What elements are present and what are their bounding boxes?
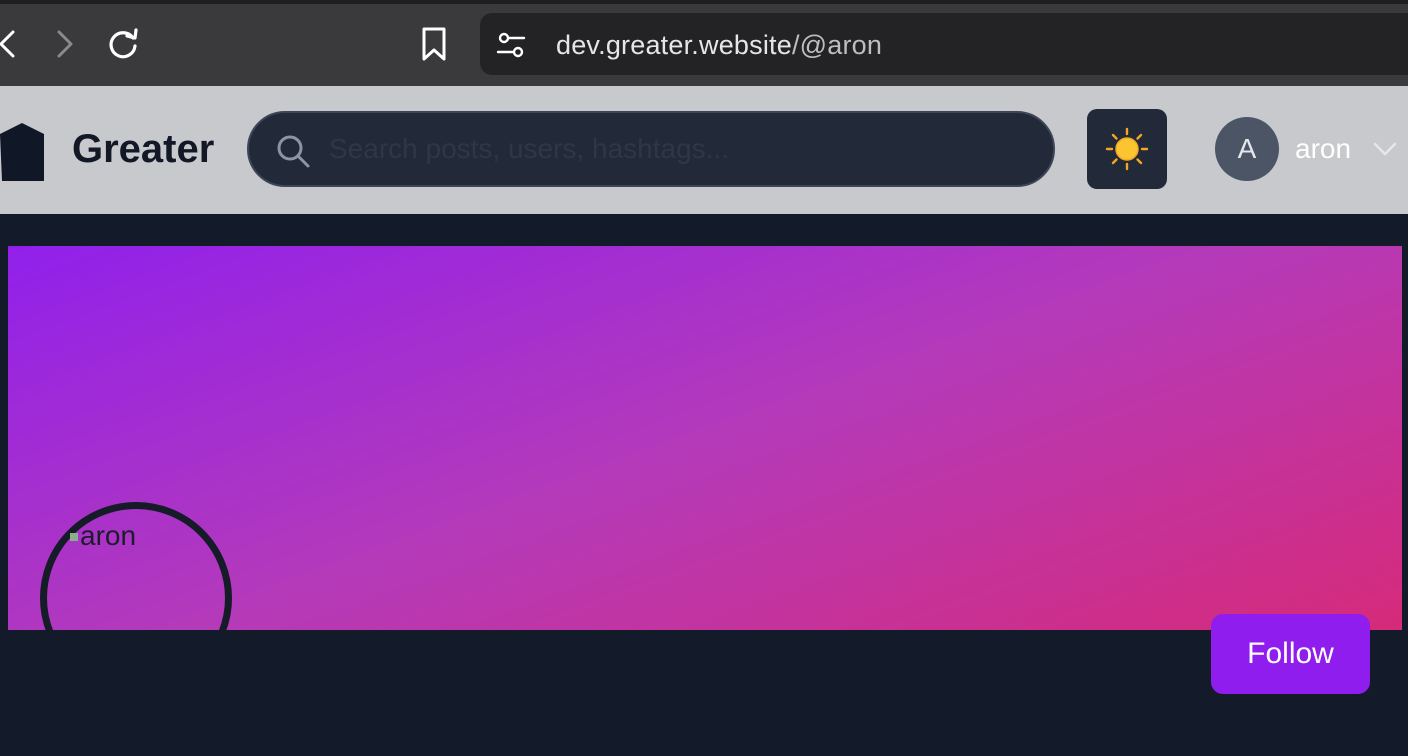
reload-button[interactable] <box>103 24 143 64</box>
profile-info-area <box>0 630 1408 756</box>
broken-image-icon <box>70 533 78 541</box>
greater-logo-icon[interactable] <box>0 122 46 182</box>
user-menu-name[interactable]: aron <box>1295 133 1351 165</box>
brand-name[interactable]: Greater <box>72 127 214 172</box>
reload-icon <box>109 28 138 59</box>
browser-tab-strip-edge <box>0 0 1408 4</box>
site-settings-icon[interactable] <box>496 31 526 59</box>
url-path: /@aron <box>791 30 883 60</box>
follow-button[interactable]: Follow <box>1211 614 1370 694</box>
browser-toolbar: dev.greater.website/@aron <box>0 0 1408 86</box>
user-avatar[interactable]: A <box>1215 117 1279 181</box>
forward-arrow-icon <box>57 30 73 58</box>
profile-avatar-alt-text: aron <box>80 520 137 551</box>
profile-avatar-image: aron <box>70 520 136 552</box>
chevron-down-icon[interactable] <box>1372 138 1398 160</box>
back-button[interactable] <box>0 24 26 64</box>
search-icon <box>277 135 310 168</box>
url-text[interactable]: dev.greater.website/@aron <box>556 30 882 61</box>
back-arrow-icon <box>0 30 15 58</box>
search-bar[interactable] <box>247 111 1055 187</box>
sun-icon <box>1105 127 1149 171</box>
search-input[interactable] <box>329 127 1029 171</box>
bookmark-icon <box>422 27 446 61</box>
bookmark-button[interactable] <box>414 24 454 64</box>
address-bar[interactable]: dev.greater.website/@aron <box>480 13 1408 75</box>
url-host: dev.greater.website <box>556 30 792 60</box>
theme-toggle-button[interactable] <box>1087 109 1167 189</box>
forward-button[interactable] <box>44 24 84 64</box>
